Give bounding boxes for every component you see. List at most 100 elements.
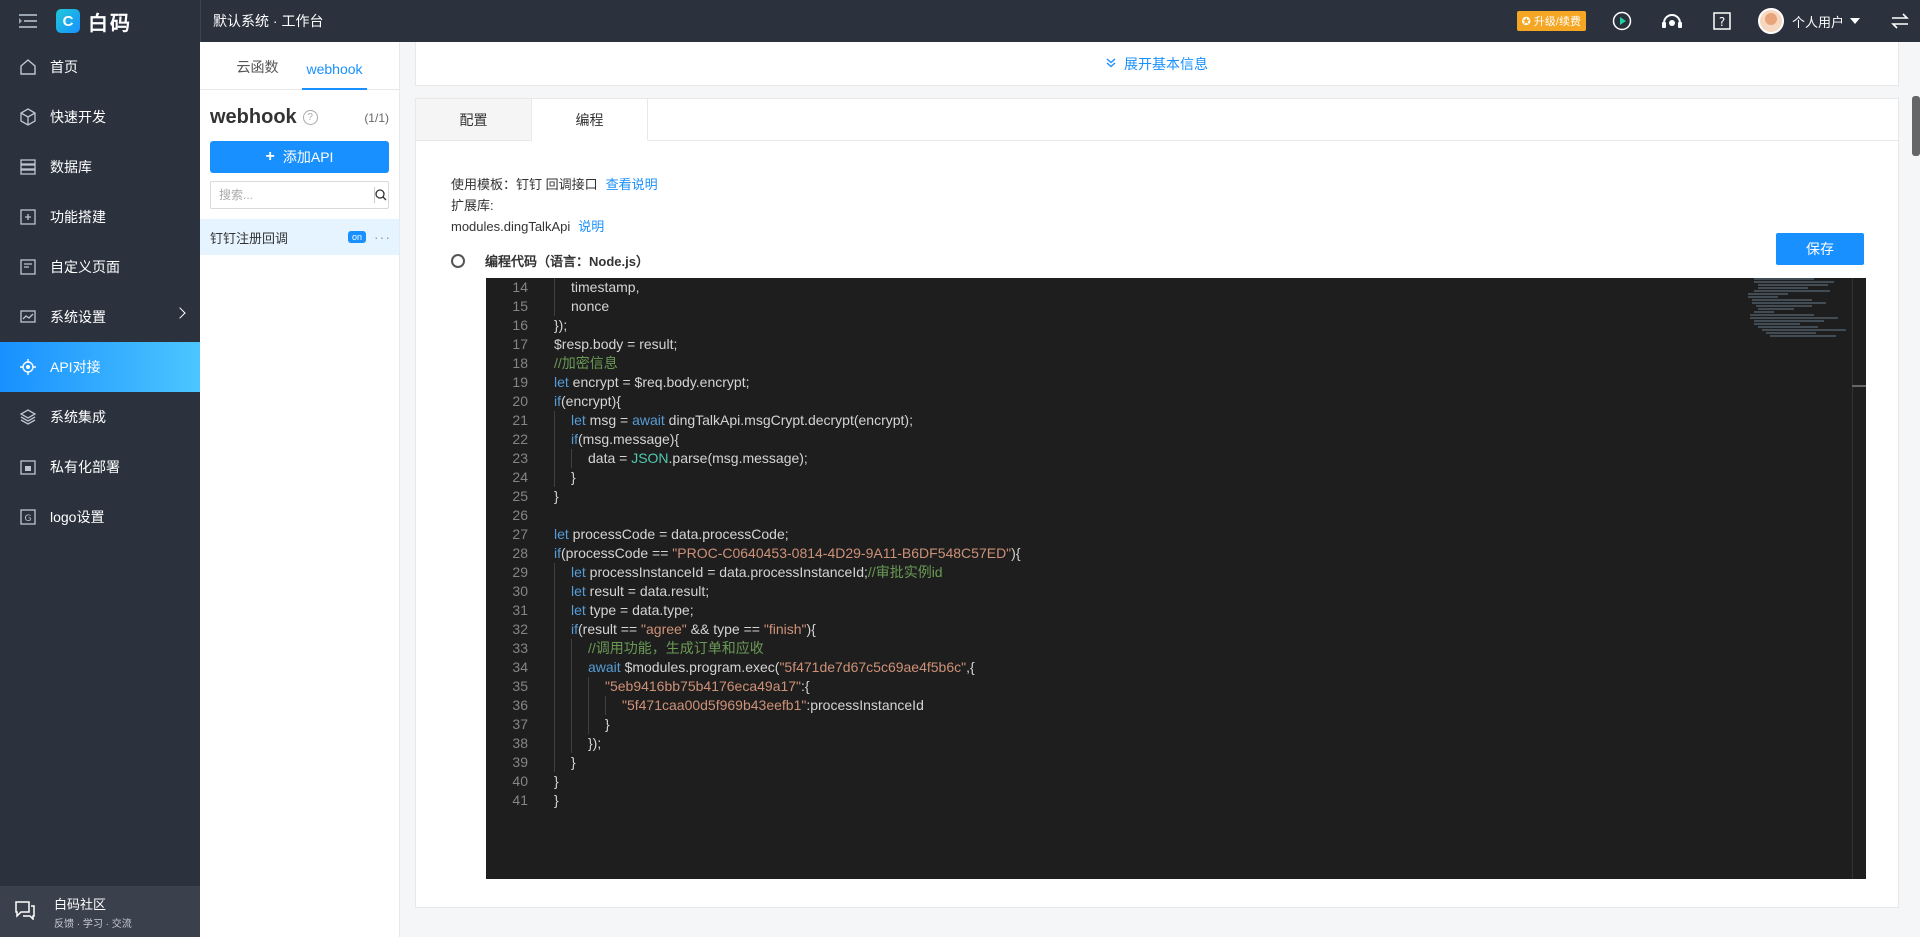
code-text: let encrypt = $req.body.encrypt;: [554, 374, 750, 390]
add-api-label: 添加API: [282, 149, 334, 165]
cube-icon: [18, 107, 38, 127]
indent-guide: [571, 734, 572, 753]
sidebar-item-home[interactable]: 首页: [0, 42, 200, 92]
tab-cloud-function[interactable]: 云函数: [222, 57, 292, 89]
code-text: await $modules.program.exec("5f471de7d67…: [588, 659, 975, 675]
indent-guide: [554, 278, 555, 297]
indent-guide: [554, 563, 555, 582]
sidebar-item-quick-dev[interactable]: 快速开发: [0, 92, 200, 142]
play-icon[interactable]: [1608, 7, 1636, 35]
workspace-title: 默认系统 · 工作台: [213, 13, 324, 29]
api-list-panel: 云函数 webhook webhook ? (1/1) + 添加API 钉钉注册…: [200, 42, 400, 937]
line-number: 21: [512, 412, 528, 428]
right-scrollbar[interactable]: [1912, 96, 1920, 156]
code-section-label: 编程代码（语言：Node.js）: [451, 251, 649, 270]
code-line: 38});: [486, 734, 1866, 753]
code-editor[interactable]: 14 timestamp, 15 nonce 16}); 17 $resp.body = r…: [486, 278, 1866, 879]
tab-programming[interactable]: 编程: [532, 99, 648, 141]
search-icon[interactable]: [374, 182, 388, 208]
minimap[interactable]: [1744, 278, 1854, 368]
tab-webhook[interactable]: webhook: [292, 61, 376, 90]
code-line: 32 if(result == "agree" && type == "finis…: [486, 620, 1866, 639]
sidebar-item-label: 系统设置: [50, 309, 106, 325]
expand-basic-info-button[interactable]: 展开基本信息: [415, 42, 1899, 86]
scroll-position-marker: [1852, 385, 1866, 387]
add-api-button[interactable]: + 添加API: [210, 141, 389, 173]
code-text: }: [605, 716, 610, 732]
indent-guide: [571, 677, 572, 696]
chevron-down-icon: [1850, 18, 1860, 24]
editor-card: 配置 编程 使用模板：钉钉 回调接口 查看说明 扩展库: modules.ding…: [415, 98, 1899, 908]
community-title: 白码社区: [54, 896, 107, 912]
community-subtitle: 反馈 · 学习 · 交流: [54, 918, 132, 930]
ext-label: 扩展库:: [451, 198, 494, 213]
chevron-right-icon: [174, 307, 186, 319]
indent-guide: [554, 639, 555, 658]
code-line: 28 if(processCode == "PROC-C0640453-0814-…: [486, 544, 1866, 563]
line-number: 15: [512, 298, 528, 314]
sidebar-item-custom-page[interactable]: 自定义页面: [0, 242, 200, 292]
lock-icon: [18, 457, 38, 477]
menu-toggle-icon[interactable]: [0, 0, 56, 42]
sidebar-item-label: 数据库: [50, 159, 92, 175]
list-item[interactable]: 钉钉注册回调 on ···: [200, 219, 399, 255]
code-text: if(processCode == "PROC-C0640453-0814-4D…: [554, 545, 1021, 561]
tab-config[interactable]: 配置: [416, 99, 532, 141]
expand-label: 展开基本信息: [1124, 55, 1208, 72]
code-line: 41}: [486, 791, 1866, 810]
question-icon[interactable]: ?: [302, 110, 318, 125]
topbar-actions: ✪ 升级/续费 ? 个人用户: [1516, 0, 1920, 42]
indent-guide: [588, 677, 589, 696]
indent-guide: [554, 582, 555, 601]
radio-button[interactable]: [451, 253, 465, 268]
code-line: 26: [486, 506, 1866, 525]
code-line: 31 let type = data.type;: [486, 601, 1866, 620]
ext-help-link[interactable]: 说明: [578, 219, 604, 234]
layers-icon: [18, 407, 38, 427]
code-text: data = JSON.parse(msg.message);: [588, 450, 808, 466]
sidebar-item-settings[interactable]: 系统设置: [0, 292, 200, 342]
user-menu[interactable]: 个人用户: [1757, 8, 1860, 34]
code-text: //调用功能，生成订单和应收: [588, 640, 764, 656]
sidebar-item-logo-settings[interactable]: G logo设置: [0, 492, 200, 542]
sidebar-item-integration[interactable]: 系统集成: [0, 392, 200, 442]
code-line: 39}: [486, 753, 1866, 772]
panel-tabs: 云函数 webhook: [200, 42, 399, 90]
sidebar-item-private-deploy[interactable]: 私有化部署: [0, 442, 200, 492]
indent-guide: [554, 677, 555, 696]
code-text: }: [571, 469, 576, 485]
save-button[interactable]: 保存: [1776, 233, 1864, 265]
sidebar: 首页 快速开发 数据库 功能搭建 自定义页面 系统设置 API对接 系统集成 私…: [0, 42, 200, 937]
indent-guide: [554, 734, 555, 753]
code-line: 18 //加密信息: [486, 354, 1866, 373]
indent-guide: [571, 696, 572, 715]
line-number: 41: [512, 792, 528, 808]
switch-icon[interactable]: [1880, 0, 1920, 42]
template-help-link[interactable]: 查看说明: [606, 177, 658, 192]
plus-icon: +: [265, 148, 275, 165]
code-text: nonce: [571, 298, 610, 314]
line-number: 39: [512, 754, 528, 770]
app-logo[interactable]: C 白码: [56, 0, 200, 42]
code-line: 14 timestamp,: [486, 278, 1866, 297]
sidebar-item-database[interactable]: 数据库: [0, 142, 200, 192]
sidebar-item-build[interactable]: 功能搭建: [0, 192, 200, 242]
line-number: 19: [512, 374, 528, 390]
code-text: });: [554, 317, 568, 333]
code-line: 30 let result = data.result;: [486, 582, 1866, 601]
indent-guide: [571, 658, 572, 677]
more-icon[interactable]: ···: [374, 229, 391, 245]
line-number: 33: [512, 640, 528, 656]
help-icon[interactable]: ?: [1708, 7, 1736, 35]
sidebar-item-label: 自定义页面: [50, 259, 120, 275]
code-line: 24}: [486, 468, 1866, 487]
code-text: let type = data.type;: [571, 602, 694, 618]
sidebar-item-api[interactable]: API对接: [0, 342, 200, 392]
sidebar-item-label: API对接: [50, 359, 101, 375]
community-link[interactable]: 白码社区 反馈 · 学习 · 交流: [0, 886, 200, 937]
upgrade-button[interactable]: ✪ 升级/续费: [1516, 11, 1586, 31]
support-icon[interactable]: [1658, 7, 1686, 35]
editor-scrollbar[interactable]: [1852, 278, 1866, 879]
sidebar-item-label: 功能搭建: [50, 209, 106, 225]
search-input[interactable]: [211, 182, 374, 208]
